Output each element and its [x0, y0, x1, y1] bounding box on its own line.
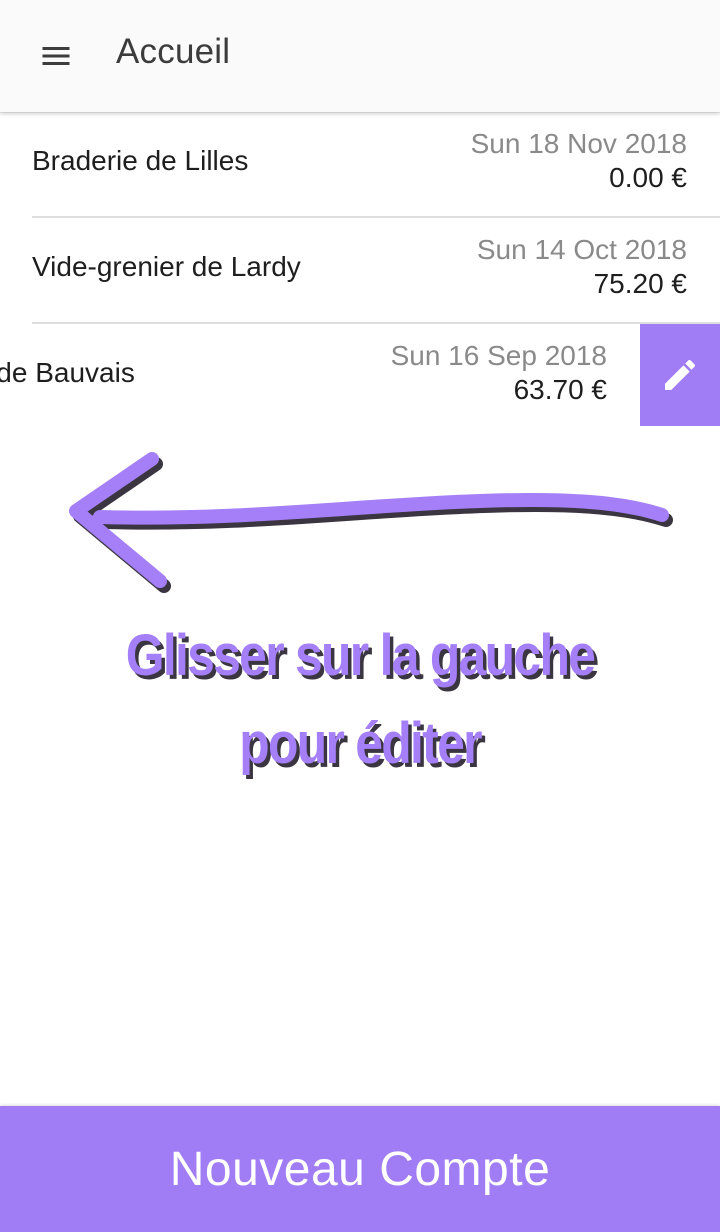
arrow-left-icon — [69, 452, 673, 593]
account-amount: 0.00 € — [609, 162, 687, 193]
hint-line-2: pour éditer — [239, 711, 482, 776]
accounts-list: Braderie de Lilles Sun 18 Nov 2018 0.00 … — [0, 112, 720, 430]
swipe-hint-text: Glisser sur la gauche pour éditer — [50, 612, 669, 788]
account-date: Sun 18 Nov 2018 — [470, 128, 687, 159]
list-item[interactable]: Braderie de Lilles Sun 18 Nov 2018 0.00 … — [0, 112, 720, 218]
list-item-swiped[interactable]: cante de Bauvais Sun 16 Sep 2018 63.70 € — [0, 324, 720, 430]
account-name: Vide-grenier de Lardy — [32, 251, 301, 282]
list-item-content: cante de Bauvais Sun 16 Sep 2018 63.70 € — [0, 324, 640, 430]
list-item-content: Vide-grenier de Lardy Sun 14 Oct 2018 75… — [0, 218, 720, 324]
list-item[interactable]: Vide-grenier de Lardy Sun 14 Oct 2018 75… — [0, 218, 720, 324]
new-account-button[interactable]: Nouveau Compte — [0, 1106, 720, 1232]
swipe-hint-arrow — [60, 445, 680, 605]
account-date: Sun 16 Sep 2018 — [390, 340, 607, 371]
account-amount: 63.70 € — [513, 374, 607, 405]
hint-line-1: Glisser sur la gauche — [125, 623, 596, 688]
account-name: cante de Bauvais — [0, 357, 135, 388]
account-date: Sun 14 Oct 2018 — [476, 234, 687, 265]
edit-button[interactable] — [640, 324, 720, 426]
account-amount: 75.20 € — [593, 268, 687, 299]
menu-button[interactable] — [24, 28, 88, 84]
app-screen: Accueil Braderie de Lilles Sun 18 Nov 20… — [0, 0, 720, 1232]
page-title: Accueil — [116, 32, 231, 71]
app-bar: Accueil — [0, 0, 720, 112]
list-item-content: Braderie de Lilles Sun 18 Nov 2018 0.00 … — [0, 112, 720, 218]
new-account-label: Nouveau Compte — [169, 1142, 551, 1196]
pencil-icon — [665, 359, 696, 390]
account-name: Braderie de Lilles — [32, 145, 249, 176]
menu-icon — [42, 47, 70, 65]
